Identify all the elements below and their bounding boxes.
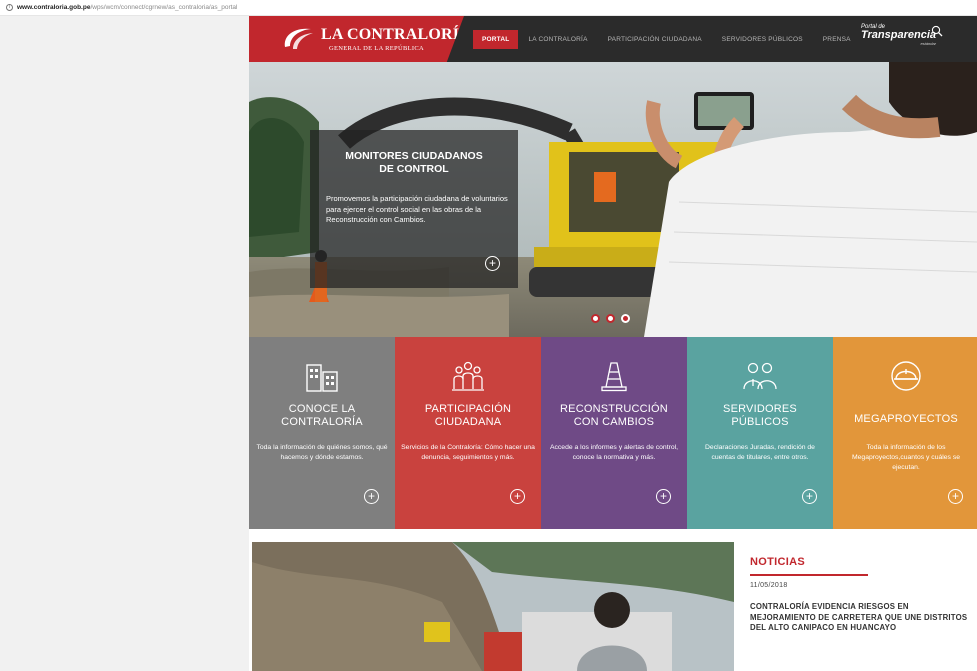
news-date: 11/05/2018 — [750, 582, 788, 589]
nav-servidores-publicos[interactable]: SERVIDORES PÚBLICOS — [722, 36, 803, 43]
hero-caption-box: MONITORES CIUDADANOS DE CONTROL Promovem… — [310, 130, 518, 288]
tile-title: MEGAPROYECTOS — [854, 413, 958, 425]
transparency-portal-link[interactable]: Portal de Transparencia estándar — [861, 24, 936, 46]
hero-more-button[interactable]: + — [485, 256, 500, 271]
plus-circle-icon[interactable]: + — [510, 489, 525, 504]
plus-circle-icon[interactable]: + — [656, 489, 671, 504]
tile-title: CONOCE LA CONTRALORÍA — [281, 403, 363, 428]
site-header: LA CONTRALORÍA GENERAL DE LA REPÚBLICA P… — [249, 16, 977, 62]
carousel-dot-1[interactable] — [591, 314, 600, 323]
url-path: /wps/wcm/connect/cgrnew/as_contraloria/a… — [90, 4, 238, 11]
main-nav: PORTAL LA CONTRALORÍA PARTICIPACIÓN CIUD… — [473, 16, 871, 62]
transparency-line3: estándar — [920, 41, 937, 46]
left-blank-pane — [0, 16, 249, 671]
url-host: www.contraloria.gob.pe — [17, 4, 91, 11]
browser-url-bar[interactable]: i www.contraloria.gob.pe/wps/wcm/connect… — [0, 0, 977, 16]
site-info-icon[interactable]: i — [6, 4, 13, 11]
carousel-dot-3[interactable] — [621, 314, 630, 323]
hero-body: Promovemos la participación ciudadana de… — [326, 194, 508, 224]
buildings-icon — [306, 364, 338, 392]
tile-reconstruccion-con-cambios[interactable]: RECONSTRUCCIÓN CON CAMBIOS Accede a los … — [541, 337, 687, 529]
tile-description: Servicios de la Contraloría: Cómo hacer … — [401, 444, 535, 461]
news-photo[interactable] — [252, 542, 734, 671]
tile-servidores-publicos[interactable]: SERVIDORES PÚBLICOS Declaraciones Jurada… — [687, 337, 833, 529]
nav-la-contraloria[interactable]: LA CONTRALORÍA — [528, 36, 587, 43]
hero-title: MONITORES CIUDADANOS DE CONTROL — [345, 150, 483, 175]
plus-circle-icon[interactable]: + — [948, 489, 963, 504]
tile-participacion-ciudadana[interactable]: PARTICIPACIÓN CIUDADANA Servicios de la … — [395, 337, 541, 529]
logo-subtitle: GENERAL DE LA REPÚBLICA — [329, 45, 424, 52]
traffic-cone-icon — [601, 362, 627, 392]
magnifier-icon — [931, 25, 943, 37]
tile-title: RECONSTRUCCIÓN CON CAMBIOS — [560, 403, 668, 428]
logo-link[interactable]: LA CONTRALORÍA GENERAL DE LA REPÚBLICA — [249, 16, 464, 62]
hero-carousel[interactable]: MONITORES CIUDADANOS DE CONTROL Promovem… — [249, 62, 977, 337]
plus-circle-icon[interactable]: + — [364, 489, 379, 504]
tile-description: Toda la información de los Megaproyectos… — [851, 444, 961, 471]
tile-description: Toda la información de quiénes somos, qu… — [256, 444, 388, 461]
tile-title: SERVIDORES PÚBLICOS — [723, 403, 797, 428]
tile-description: Declaraciones Juradas, rendición de cuen… — [705, 444, 815, 461]
nav-portal[interactable]: PORTAL — [473, 29, 519, 49]
feature-tiles: CONOCE LA CONTRALORÍA Toda la informació… — [249, 337, 977, 529]
transparency-line2: Transparencia — [861, 29, 937, 41]
tile-megaproyectos[interactable]: MEGAPROYECTOS Toda la información de los… — [833, 337, 977, 529]
carousel-dots — [591, 314, 630, 323]
news-heading[interactable]: NOTICIAS — [750, 556, 805, 568]
contraloria-site: LA CONTRALORÍA GENERAL DE LA REPÚBLICA P… — [249, 16, 977, 671]
logo-title: LA CONTRALORÍA — [321, 26, 471, 43]
news-photo-scene — [252, 542, 734, 671]
nav-prensa[interactable]: PRENSA — [823, 36, 851, 43]
carousel-dot-2[interactable] — [606, 314, 615, 323]
nav-participacion-ciudadana[interactable]: PARTICIPACIÓN CIUDADANA — [608, 36, 702, 43]
plus-circle-icon[interactable]: + — [802, 489, 817, 504]
tile-description: Accede a los informes y alertas de contr… — [549, 444, 679, 461]
news-heading-underline — [750, 574, 868, 576]
citizens-group-icon — [452, 361, 484, 391]
news-panel: NOTICIAS 11/05/2018 CONTRALORÍA EVIDENCI… — [746, 542, 977, 671]
tile-title: PARTICIPACIÓN CIUDADANA — [424, 403, 512, 428]
public-servants-icon — [743, 362, 777, 390]
hardhat-icon — [891, 361, 921, 391]
tile-conoce-contraloria[interactable]: CONOCE LA CONTRALORÍA Toda la informació… — [249, 337, 395, 529]
contraloria-logo-icon — [284, 28, 313, 49]
news-title-link[interactable]: CONTRALORÍA EVIDENCIA RIESGOS EN MEJORAM… — [750, 602, 970, 634]
